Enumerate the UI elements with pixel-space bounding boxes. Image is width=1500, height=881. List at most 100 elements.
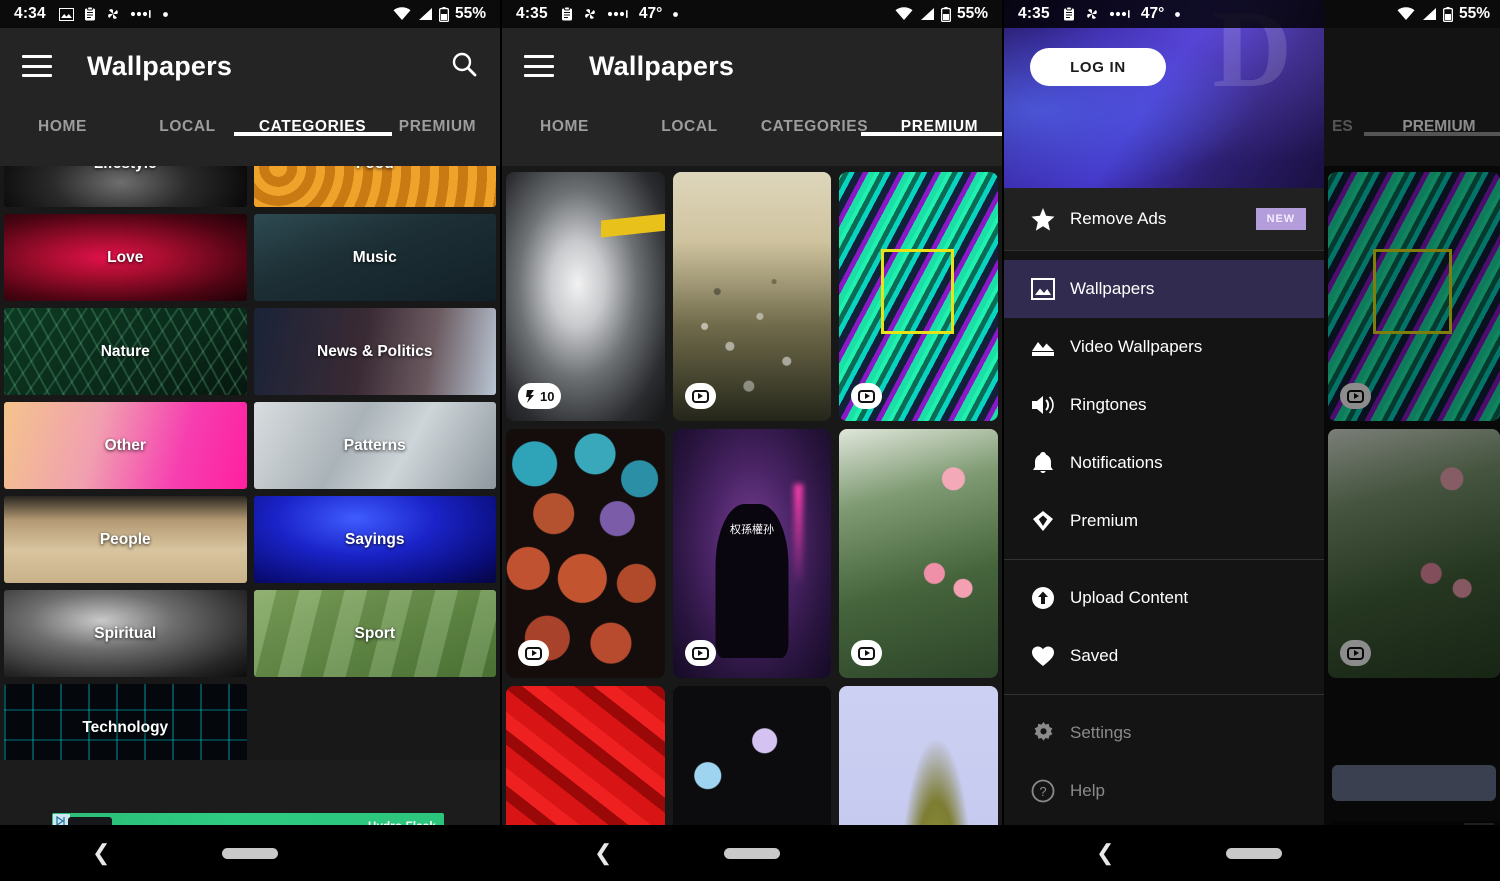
drawer-item-remove-ads[interactable]: Remove Ads NEW — [1004, 188, 1324, 250]
login-button[interactable]: LOG IN — [1030, 48, 1166, 86]
category-tile-patterns[interactable]: Patterns — [253, 402, 496, 489]
wallpaper-item-samurai-silhouette[interactable]: 权孫權孙 — [672, 429, 832, 678]
drawer-item-premium[interactable]: Premium — [1004, 492, 1324, 550]
drawer-item-help[interactable]: ? Help — [1004, 762, 1324, 820]
gear-icon — [1026, 721, 1060, 745]
category-tile-people[interactable]: People — [4, 496, 247, 583]
category-tile-food[interactable]: Food — [253, 166, 496, 207]
category-label: News & Politics — [317, 342, 433, 360]
page-title: Wallpapers — [87, 50, 233, 81]
wallpaper-item-teal-marble[interactable] — [839, 172, 998, 421]
status-time: 4:34 — [14, 5, 46, 22]
wallpaper-item-car-in-snow[interactable]: 10 — [506, 172, 665, 421]
drawer-item-wallpapers[interactable]: Wallpapers — [1004, 260, 1324, 318]
wallpaper-item-treetop-sky[interactable] — [839, 686, 998, 826]
chevron-left-icon[interactable]: ❮ — [92, 842, 110, 864]
category-tile-spiritual[interactable]: Spiritual — [4, 590, 247, 677]
phone-panel-drawer-open: 55% ES PREMIUM SAT, MAR 7 — [1004, 0, 1500, 881]
status-time: 4:35 — [1018, 5, 1050, 22]
wallpaper-item-pink-flowers-bg[interactable] — [1328, 429, 1500, 678]
status-badge: 10 — [518, 383, 562, 409]
wallpaper-item-teal-marble-bg[interactable] — [1328, 172, 1500, 421]
drawer-group-user: Upload Content Saved — [1004, 569, 1324, 685]
drawer-item-video-wallpapers[interactable]: Video Wallpapers — [1004, 318, 1324, 376]
category-tile-sayings[interactable]: Sayings — [253, 496, 496, 583]
status-notification-icons — [58, 6, 169, 21]
category-tile-news-politics[interactable]: News & Politics — [253, 308, 496, 395]
tab-bar-p3-partial: ES PREMIUM — [1324, 104, 1500, 166]
tab-home[interactable]: HOME — [0, 104, 125, 136]
background-wallpaper-column — [1324, 166, 1500, 678]
drawer-item-label: Notifications — [1070, 453, 1163, 472]
clipboard-icon — [561, 6, 573, 21]
background-content-sliver: 55% ES PREMIUM SAT, MAR 7 — [1324, 0, 1500, 881]
video-badge — [851, 383, 883, 409]
drawer-item-notifications[interactable]: Notifications — [1004, 434, 1324, 492]
video-badge — [518, 640, 549, 666]
video-image-icon — [1026, 336, 1060, 358]
wifi-icon — [895, 7, 913, 21]
pinwheel-icon — [106, 7, 120, 21]
app-bar-p3-partial — [1324, 28, 1500, 104]
category-tile-lifestyle[interactable]: Lifestyle — [4, 166, 247, 207]
signal-icon — [1421, 7, 1437, 21]
dots-icon — [1109, 9, 1131, 19]
wallpaper-thumbnail — [839, 686, 998, 826]
category-label: Other — [104, 436, 146, 454]
drawer-item-settings[interactable]: Settings — [1004, 704, 1324, 762]
status-temperature: 47° — [638, 5, 663, 22]
drawer-item-label: Settings — [1070, 723, 1132, 742]
dots-icon — [130, 9, 152, 19]
category-tile-other[interactable]: Other — [4, 402, 247, 489]
category-label: Sayings — [345, 530, 405, 548]
search-icon[interactable] — [450, 50, 478, 83]
drawer-item-upload-content[interactable]: Upload Content — [1004, 569, 1324, 627]
categories-scroll-area[interactable]: Lifestyle Food Love Music Nature News & … — [0, 166, 500, 760]
category-tile-nature[interactable]: Nature — [4, 308, 247, 395]
tab-premium[interactable]: PREMIUM — [375, 104, 500, 136]
category-tile-technology[interactable]: Technology — [4, 684, 247, 760]
wallpaper-item-red-blocks[interactable] — [506, 686, 665, 826]
drawer-item-ringtones[interactable]: Ringtones — [1004, 376, 1324, 434]
drawer-item-saved[interactable]: Saved — [1004, 627, 1324, 685]
battery-percent: 55% — [956, 5, 988, 22]
tab-premium[interactable]: PREMIUM — [877, 104, 1002, 136]
gesture-pill[interactable] — [724, 847, 780, 859]
category-tile-music[interactable]: Music — [253, 214, 496, 301]
tab-categories[interactable]: CATEGORIES — [752, 104, 877, 136]
hamburger-icon[interactable] — [22, 55, 52, 77]
wallpaper-item-rain-on-window[interactable] — [672, 172, 832, 421]
wifi-icon — [393, 7, 411, 21]
wallpaper-item-iridescent-bubbles[interactable] — [672, 686, 832, 826]
status-notification-icons: 47° — [1063, 5, 1181, 23]
phone-panel-categories: 4:34 55% Wallpapers HOME LOCAL CATEGORIE… — [0, 0, 500, 881]
category-label: Nature — [100, 342, 150, 360]
tab-home[interactable]: HOME — [502, 104, 627, 136]
speaker-icon — [1026, 394, 1060, 416]
status-notification-icons: 47° — [561, 5, 679, 23]
wallpaper-item-pink-flowers[interactable] — [839, 429, 998, 678]
gesture-pill[interactable] — [1226, 847, 1282, 859]
video-badge — [684, 640, 716, 666]
dots-icon — [607, 9, 629, 19]
system-nav-bar-p1: ❮ — [0, 825, 500, 881]
chevron-left-icon[interactable]: ❮ — [1096, 842, 1114, 864]
status-bar-p3: 55% — [1324, 0, 1500, 28]
tab-local[interactable]: LOCAL — [125, 104, 250, 136]
gesture-pill[interactable] — [222, 847, 278, 859]
app-bar-p2: Wallpapers — [502, 28, 1002, 104]
chevron-left-icon[interactable]: ❮ — [594, 842, 612, 864]
background-ad-placeholder[interactable] — [1332, 765, 1496, 801]
signal-icon — [417, 7, 433, 21]
premium-scroll-area[interactable]: 10 权孫權孙 — [502, 166, 1002, 826]
tab-categories[interactable]: CATEGORIES — [250, 104, 375, 136]
hamburger-icon[interactable] — [524, 55, 554, 77]
category-label: Food — [356, 166, 394, 173]
wallpaper-item-colored-pebbles[interactable] — [506, 429, 665, 678]
tab-premium-partial[interactable]: PREMIUM — [1374, 104, 1500, 136]
tab-local[interactable]: LOCAL — [627, 104, 752, 136]
category-tile-sport[interactable]: Sport — [253, 590, 496, 677]
category-tile-love[interactable]: Love — [4, 214, 247, 301]
play-icon — [858, 646, 876, 660]
